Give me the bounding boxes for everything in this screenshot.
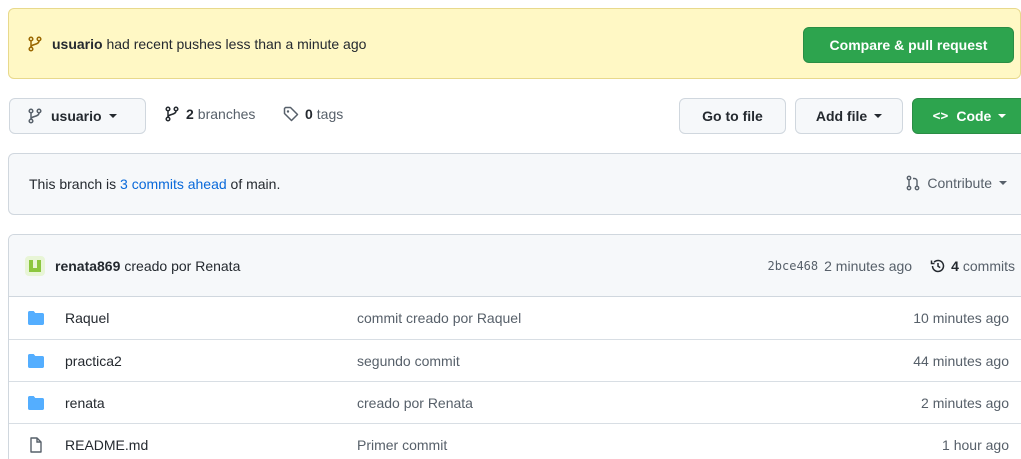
file-icon bbox=[27, 436, 45, 453]
recent-push-banner: usuario had recent pushes less than a mi… bbox=[8, 8, 1021, 79]
current-branch-label: usuario bbox=[51, 108, 102, 124]
contribute-dropdown[interactable]: Contribute bbox=[905, 175, 1007, 191]
commit-message-link[interactable]: creado por Renata bbox=[124, 258, 240, 274]
file-age: 2 minutes ago bbox=[921, 394, 1009, 411]
commit-time: 2 minutes ago bbox=[824, 258, 913, 274]
file-name-link[interactable]: README.md bbox=[65, 437, 357, 453]
tags-link[interactable]: 0 tags bbox=[283, 106, 343, 122]
branch-status-text: This branch is 3 commits ahead of main. bbox=[29, 176, 280, 192]
commit-history-link[interactable]: 4 commits bbox=[930, 258, 1015, 274]
file-name-link[interactable]: renata bbox=[65, 395, 357, 411]
tag-icon bbox=[283, 106, 299, 122]
recent-push-message: usuario had recent pushes less than a mi… bbox=[52, 36, 366, 52]
commit-meta: 2bce468 2 minutes ago 4 commits bbox=[768, 235, 1015, 297]
branches-label: branches bbox=[197, 106, 256, 122]
file-list: renata869 creado por Renata 2bce468 2 mi… bbox=[8, 234, 1021, 459]
branch-select-button[interactable]: usuario bbox=[9, 98, 146, 134]
branch-status-prefix: This branch is bbox=[29, 176, 121, 192]
pull-request-icon bbox=[905, 175, 921, 191]
tags-label: tags bbox=[316, 106, 344, 122]
file-commit-message-link[interactable]: segundo commit bbox=[357, 353, 460, 369]
git-branch-icon bbox=[27, 35, 43, 52]
code-button[interactable]: <> Code bbox=[912, 98, 1021, 134]
tags-count: 0 bbox=[305, 106, 313, 122]
file-row[interactable]: README.md Primer commit 1 hour ago bbox=[9, 423, 1021, 459]
branch-status-box: This branch is 3 commits ahead of main. … bbox=[8, 153, 1021, 215]
commits-label: commits bbox=[962, 258, 1015, 274]
git-branch-icon bbox=[27, 108, 43, 124]
file-commit-message-link[interactable]: commit creado por Raquel bbox=[357, 310, 521, 326]
commits-count: 4 bbox=[951, 258, 959, 274]
chevron-down-icon bbox=[874, 114, 883, 118]
code-icon: <> bbox=[932, 108, 949, 124]
history-icon bbox=[930, 258, 946, 274]
add-file-label: Add file bbox=[815, 108, 868, 124]
avatar[interactable] bbox=[25, 255, 45, 276]
folder-icon bbox=[27, 310, 45, 326]
push-user[interactable]: usuario bbox=[52, 36, 103, 52]
latest-commit-header: renata869 creado por Renata 2bce468 2 mi… bbox=[9, 235, 1021, 297]
push-message-text: had recent pushes less than a minute ago bbox=[102, 35, 367, 52]
file-commit-message-link[interactable]: Primer commit bbox=[357, 437, 447, 453]
commits-ahead-link[interactable]: 3 commits ahead bbox=[120, 176, 227, 192]
file-row[interactable]: practica2 segundo commit 44 minutes ago bbox=[9, 339, 1021, 381]
file-name-link[interactable]: Raquel bbox=[65, 310, 357, 326]
file-name-link[interactable]: practica2 bbox=[65, 353, 357, 369]
file-row[interactable]: renata creado por Renata 2 minutes ago bbox=[9, 381, 1021, 423]
file-age: 10 minutes ago bbox=[913, 310, 1009, 326]
folder-icon bbox=[27, 353, 45, 369]
file-age: 1 hour ago bbox=[942, 436, 1009, 453]
chevron-down-icon bbox=[999, 181, 1007, 185]
folder-icon bbox=[27, 395, 45, 411]
compare-pull-request-button[interactable]: Compare & pull request bbox=[803, 27, 1014, 63]
commit-sha-link[interactable]: 2bce468 bbox=[768, 259, 819, 273]
go-to-file-button[interactable]: Go to file bbox=[679, 98, 786, 134]
chevron-down-icon bbox=[108, 114, 117, 118]
branches-link[interactable]: 2 branches bbox=[164, 106, 255, 122]
code-label: Code bbox=[956, 108, 992, 124]
git-branch-icon bbox=[164, 106, 180, 122]
file-rows: Raquel commit creado por Raquel 10 minutes… bbox=[9, 297, 1021, 459]
commit-author-link[interactable]: renata869 bbox=[55, 258, 120, 274]
branches-count: 2 bbox=[186, 106, 194, 122]
contribute-label: Contribute bbox=[927, 175, 992, 191]
add-file-button[interactable]: Add file bbox=[795, 98, 903, 134]
branch-status-suffix: of main. bbox=[226, 176, 281, 192]
file-age: 44 minutes ago bbox=[913, 352, 1009, 369]
file-row[interactable]: Raquel commit creado por Raquel 10 minutes… bbox=[9, 297, 1021, 339]
chevron-down-icon bbox=[998, 114, 1007, 118]
file-commit-message-link[interactable]: creado por Renata bbox=[357, 395, 473, 411]
